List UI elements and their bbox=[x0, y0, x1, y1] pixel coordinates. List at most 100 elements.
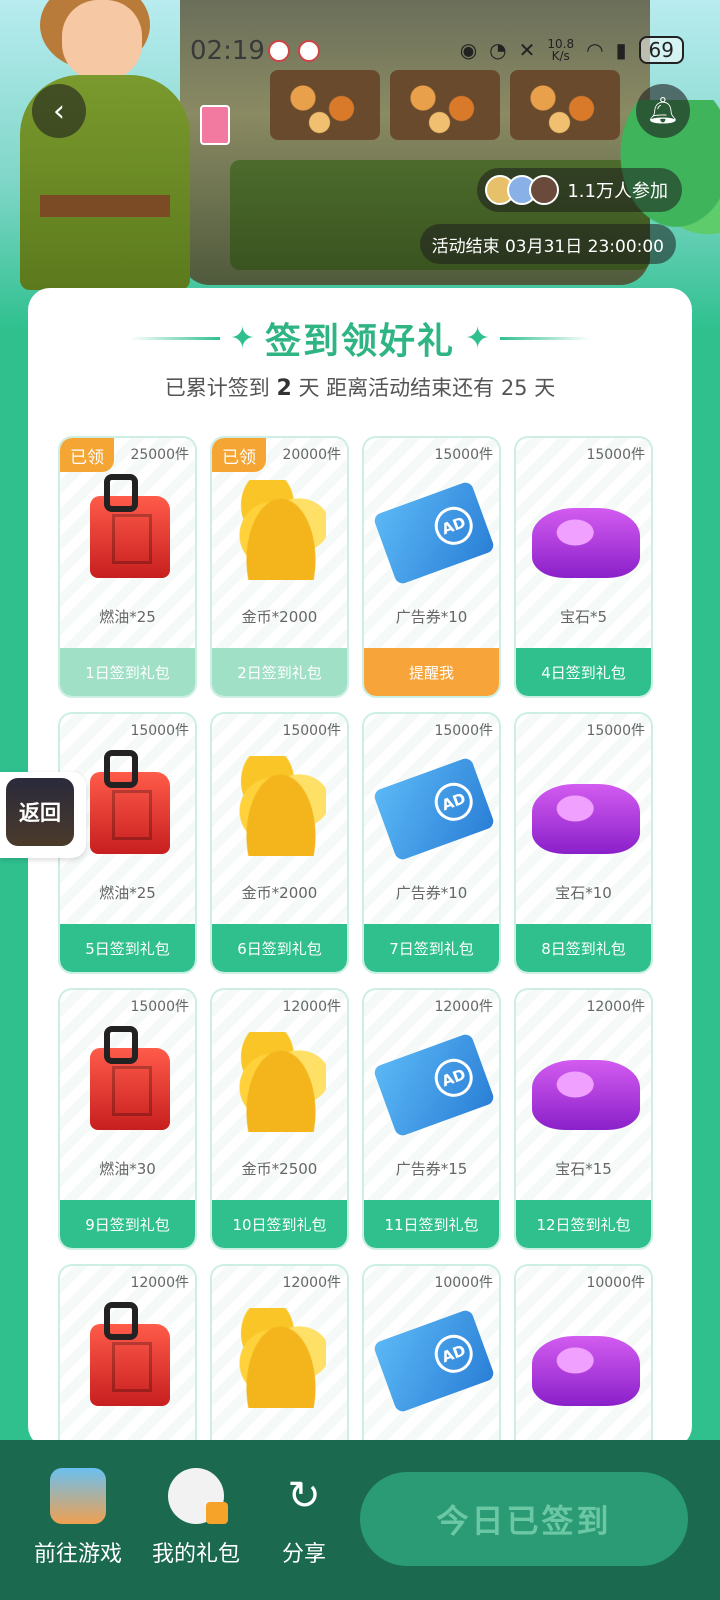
gold-coins-icon bbox=[236, 1032, 326, 1132]
fuel-can-icon bbox=[90, 750, 170, 854]
reward-name: 宝石*10 bbox=[555, 884, 612, 902]
return-label: 返回 bbox=[6, 778, 74, 846]
remind-me-button[interactable]: 提醒我 bbox=[364, 648, 499, 696]
day-gift-button[interactable]: 8日签到礼包 bbox=[516, 924, 651, 972]
net-speed: 10.8 K/s bbox=[547, 37, 575, 63]
signed-today-button[interactable]: 今日已签到 bbox=[360, 1472, 688, 1566]
bottom-bar: 前往游戏 我的礼包 ↻ 分享 今日已签到 bbox=[0, 1440, 720, 1600]
my-gifts-label: 我的礼包 bbox=[152, 1542, 241, 1567]
reward-cell: 10000件 AD bbox=[362, 1264, 501, 1448]
goto-game-button[interactable]: 前往游戏 bbox=[34, 1468, 122, 1568]
divider bbox=[500, 336, 591, 340]
reward-cell: 10000件 bbox=[514, 1264, 653, 1448]
stock-quantity: 15000件 bbox=[434, 447, 493, 463]
day-gift-button[interactable]: 7日签到礼包 bbox=[364, 924, 499, 972]
reward-name: 燃油*25 bbox=[99, 608, 156, 626]
participants-count: 1.1万人参加 bbox=[567, 181, 668, 202]
sign-in-card: ✦ 签到领好礼 ✦ 已累计签到 2 天 距离活动结束还有 25 天 已领 2500… bbox=[28, 288, 692, 1448]
day-gift-button[interactable]: 6日签到礼包 bbox=[212, 924, 347, 972]
reward-name: 宝石*15 bbox=[555, 1160, 612, 1178]
title-row: ✦ 签到领好礼 ✦ bbox=[28, 312, 692, 364]
reward-cell: 15000件 宝石*5 4日签到礼包 bbox=[514, 436, 653, 698]
reward-cell: 15000件 AD 广告券*10 提醒我 bbox=[362, 436, 501, 698]
sign-in-progress: 已累计签到 2 天 距离活动结束还有 25 天 bbox=[164, 376, 556, 401]
stock-quantity: 12000件 bbox=[282, 999, 341, 1015]
sparkle-icon: ✦ bbox=[229, 320, 255, 356]
activity-end-time: 活动结束 03月31日 23:00:00 bbox=[419, 224, 676, 264]
reward-cell: 12000件 bbox=[58, 1264, 197, 1448]
notification-icons bbox=[268, 40, 320, 62]
reward-name: 金币*2500 bbox=[241, 1160, 318, 1178]
day-gift-button[interactable]: 5日签到礼包 bbox=[60, 924, 195, 972]
battery-saver-icon: ▮ bbox=[615, 38, 627, 62]
my-gifts-button[interactable]: 我的礼包 bbox=[152, 1468, 240, 1568]
avatar bbox=[529, 175, 560, 205]
stock-quantity: 20000件 bbox=[282, 447, 341, 463]
sparkle-icon: ✦ bbox=[465, 320, 491, 356]
reward-name: 宝石*5 bbox=[559, 608, 608, 626]
participant-avatars bbox=[485, 175, 560, 205]
share-button[interactable]: ↻ 分享 bbox=[276, 1468, 332, 1568]
food-tray-illustration bbox=[390, 70, 500, 140]
stock-quantity: 12000件 bbox=[130, 1275, 189, 1291]
stock-quantity: 10000件 bbox=[586, 1275, 645, 1291]
header-banner: 02:19 ◉ ◔ ✕ 10.8 K/s ◠ ▮ 69 ‹ 🔔︎ 1.1万人参加 … bbox=[0, 0, 720, 330]
ad-ticket-label: AD bbox=[429, 501, 479, 551]
chevron-left-icon: ‹ bbox=[53, 93, 65, 129]
reward-cell: 12000件 AD 广告券*15 11日签到礼包 bbox=[362, 988, 501, 1250]
day-gift-button[interactable]: 1日签到礼包 bbox=[60, 648, 195, 696]
floating-return-button[interactable]: 返回 bbox=[0, 772, 86, 858]
stock-quantity: 12000件 bbox=[586, 999, 645, 1015]
claimed-tag: 已领 bbox=[60, 438, 114, 472]
ad-ticket-icon: AD bbox=[372, 1032, 496, 1138]
gem-icon bbox=[532, 784, 640, 854]
claimed-tag: 已领 bbox=[212, 438, 266, 472]
reward-grid: 已领 25000件燃油*25 1日签到礼包 已领 20000件金币*2000 2日签到礼包… bbox=[58, 436, 653, 1448]
stock-quantity: 25000件 bbox=[130, 447, 189, 463]
stock-quantity: 15000件 bbox=[282, 723, 341, 739]
fuel-can-icon bbox=[90, 1302, 170, 1406]
ad-ticket-icon: AD bbox=[372, 480, 496, 586]
gem-icon bbox=[532, 508, 640, 578]
day-gift-button[interactable]: 4日签到礼包 bbox=[516, 648, 651, 696]
stock-quantity: 12000件 bbox=[282, 1275, 341, 1291]
gold-coins-icon bbox=[236, 1308, 326, 1408]
gem-icon bbox=[532, 1060, 640, 1130]
stock-quantity: 15000件 bbox=[586, 723, 645, 739]
game-app-icon bbox=[50, 1468, 106, 1524]
ad-ticket-icon: AD bbox=[372, 756, 496, 862]
food-tray-illustration bbox=[270, 70, 380, 140]
stock-quantity: 10000件 bbox=[434, 1275, 493, 1291]
day-gift-button[interactable]: 12日签到礼包 bbox=[516, 1200, 651, 1248]
ad-ticket-label: AD bbox=[429, 1329, 479, 1379]
gift-avatar-icon bbox=[168, 1468, 228, 1524]
reward-cell: 12000件金币*2500 10日签到礼包 bbox=[210, 988, 349, 1250]
day-gift-button[interactable]: 2日签到礼包 bbox=[212, 648, 347, 696]
reward-cell: 15000件 AD 广告券*10 7日签到礼包 bbox=[362, 712, 501, 974]
reward-name: 广告券*10 bbox=[395, 884, 468, 902]
app-notification-icon bbox=[298, 40, 320, 62]
day-gift-button[interactable]: 11日签到礼包 bbox=[364, 1200, 499, 1248]
ad-ticket-label: AD bbox=[429, 777, 479, 827]
reward-name: 广告券*15 bbox=[395, 1160, 468, 1178]
alarm-icon: ◔ bbox=[489, 38, 507, 62]
reward-cell: 12000件 bbox=[210, 1264, 349, 1448]
participants-badge: 1.1万人参加 bbox=[477, 168, 682, 212]
goto-game-label: 前往游戏 bbox=[34, 1542, 123, 1567]
day-gift-button[interactable]: 9日签到礼包 bbox=[60, 1200, 195, 1248]
reward-name: 燃油*25 bbox=[99, 884, 156, 902]
reward-cell: 15000件宝石*10 8日签到礼包 bbox=[514, 712, 653, 974]
reward-name: 燃油*30 bbox=[99, 1160, 156, 1178]
day-gift-button[interactable]: 10日签到礼包 bbox=[212, 1200, 347, 1248]
reward-name: 金币*2000 bbox=[241, 884, 318, 902]
reward-cell: 已领 25000件燃油*25 1日签到礼包 bbox=[58, 436, 197, 698]
back-button[interactable]: ‹ bbox=[32, 84, 86, 138]
page-title: 签到领好礼 bbox=[264, 321, 455, 362]
stock-quantity: 15000件 bbox=[130, 723, 189, 739]
stock-quantity: 15000件 bbox=[434, 723, 493, 739]
reward-cell: 15000件金币*2000 6日签到礼包 bbox=[210, 712, 349, 974]
share-icon: ↻ bbox=[287, 1473, 321, 1519]
reward-cell: 15000件 燃油*30 9日签到礼包 bbox=[58, 988, 197, 1250]
notification-button[interactable]: 🔔︎ bbox=[636, 84, 690, 138]
divider bbox=[129, 336, 220, 340]
